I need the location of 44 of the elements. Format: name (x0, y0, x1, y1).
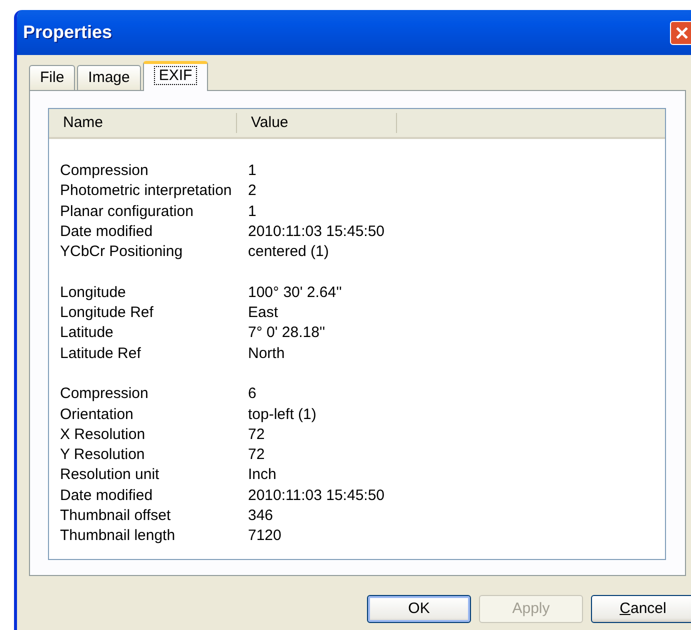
property-name: Latitude Ref (60, 344, 142, 364)
property-name: Thumbnail length (60, 526, 176, 546)
property-name: Resolution unit (60, 465, 160, 486)
property-value: Inch (248, 465, 276, 486)
close-icon (675, 26, 689, 40)
property-name: Orientation (60, 404, 134, 425)
property-value: 2010:11:03 15:45:50 (248, 486, 385, 506)
property-name: Latitude (60, 323, 114, 344)
property-value: 6 (248, 384, 256, 404)
property-name: Longitude Ref (60, 303, 154, 324)
close-button[interactable] (670, 20, 691, 44)
property-name: Date modified (60, 486, 154, 506)
column-header[interactable]: Name (49, 113, 237, 133)
property-value: top-left (1) (248, 404, 316, 425)
property-value: 100° 30' 2.64'' (248, 282, 342, 303)
property-name: Longitude (60, 282, 127, 303)
property-value: 72 (248, 424, 265, 445)
property-value: centered (1) (248, 242, 329, 262)
dialog-button[interactable]: OK (367, 595, 471, 623)
column-header[interactable]: Value (237, 113, 397, 133)
property-value: 1 (248, 202, 256, 222)
property-value: 2010:11:03 15:45:50 (248, 222, 385, 242)
tab[interactable]: File (29, 65, 76, 90)
property-name: Planar configuration (60, 202, 194, 222)
dialog-button[interactable]: Cancel (591, 595, 691, 623)
property-name: Thumbnail offset (60, 506, 172, 526)
property-value: 1 (248, 161, 256, 181)
property-value: 72 (248, 445, 265, 466)
tab[interactable]: EXIF (142, 61, 208, 91)
property-value: North (248, 344, 285, 364)
property-name: Compression (60, 384, 150, 404)
property-name: Compression (60, 161, 150, 181)
property-name: Date modified (60, 222, 154, 242)
window-title: Properties (23, 21, 112, 44)
property-name: YCbCr Positioning (60, 242, 184, 262)
property-value: 7120 (248, 526, 282, 546)
property-value: 2 (248, 181, 256, 202)
property-name: X Resolution (60, 424, 146, 445)
property-name: Y Resolution (60, 445, 146, 466)
property-value: 346 (248, 506, 274, 526)
property-name: Photometric interpretation (60, 181, 233, 202)
property-value: 7° 0' 28.18'' (248, 323, 326, 344)
tab[interactable]: Image (77, 65, 141, 90)
property-value: East (248, 303, 278, 324)
